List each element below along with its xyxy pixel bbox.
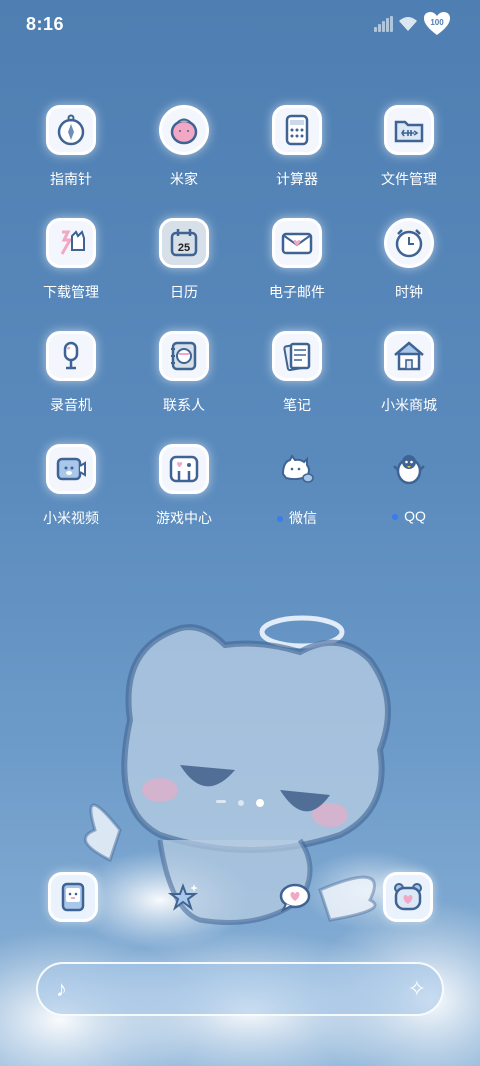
app-label: 电子邮件 xyxy=(269,284,325,300)
microphone-icon xyxy=(46,331,96,381)
contacts-book-icon xyxy=(159,331,209,381)
strawberry-icon xyxy=(159,105,209,155)
video-cat-icon xyxy=(46,444,96,494)
app-label: 计算器 xyxy=(276,171,318,187)
dock-bear[interactable] xyxy=(383,872,433,922)
music-note-icon[interactable]: ♪ xyxy=(56,976,67,1002)
app-game-center[interactable]: 游戏中心 xyxy=(134,444,234,528)
app-label: QQ xyxy=(359,508,459,524)
app-download-manager[interactable]: 下载管理 xyxy=(21,218,121,302)
app-file-manager[interactable]: 文件管理 xyxy=(359,105,459,189)
dock xyxy=(0,868,480,928)
app-label: 下载管理 xyxy=(43,284,99,300)
app-label: 小米商城 xyxy=(381,397,437,413)
dock-chat[interactable] xyxy=(270,872,320,922)
page-dot-2 xyxy=(238,800,244,806)
alarm-clock-icon xyxy=(384,218,434,268)
house-icon xyxy=(384,331,434,381)
page-dot-1 xyxy=(216,800,226,803)
status-time: 8:16 xyxy=(26,14,65,34)
app-label: 录音机 xyxy=(50,397,92,413)
app-mi-store[interactable]: 小米商城 xyxy=(359,331,459,415)
penguin-icon xyxy=(384,444,434,494)
app-calendar[interactable]: 25 日历 xyxy=(134,218,234,302)
battery-level: 100 xyxy=(430,18,444,27)
notification-dot xyxy=(392,514,399,521)
app-label-text: 微信 xyxy=(289,510,317,526)
notes-icon xyxy=(272,331,322,381)
game-heart-icon xyxy=(159,444,209,494)
signal-icon xyxy=(374,16,394,32)
app-mijia[interactable]: 米家 xyxy=(134,105,234,189)
battery-icon: 100 xyxy=(424,12,450,36)
app-email[interactable]: 电子邮件 xyxy=(247,218,347,302)
app-label: 文件管理 xyxy=(381,171,437,187)
status-bar: 8:16 100 xyxy=(0,0,480,50)
app-label: 米家 xyxy=(170,171,198,187)
page-dot-3-current xyxy=(256,799,264,807)
download-cat-icon xyxy=(46,218,96,268)
app-notes[interactable]: 笔记 xyxy=(247,331,347,415)
folder-fish-icon xyxy=(384,105,434,155)
calculator-icon xyxy=(272,105,322,155)
page-indicator xyxy=(216,797,266,809)
chat-heart-icon xyxy=(279,883,311,913)
app-compass[interactable]: 指南针 xyxy=(21,105,121,189)
app-label: 时钟 xyxy=(395,284,423,300)
phone-cat-icon xyxy=(61,882,85,912)
app-wechat[interactable]: 微信 xyxy=(247,444,347,528)
app-contacts[interactable]: 联系人 xyxy=(134,331,234,415)
star-sparkle-icon xyxy=(167,883,199,911)
app-label: 笔记 xyxy=(283,397,311,413)
app-calculator[interactable]: 计算器 xyxy=(247,105,347,189)
dock-messages[interactable] xyxy=(158,872,208,922)
notification-dot xyxy=(277,516,283,523)
search-bar[interactable]: ♪ ✧ xyxy=(36,962,444,1016)
app-label: 微信 xyxy=(247,508,347,528)
app-label: 指南针 xyxy=(50,171,92,187)
app-recorder[interactable]: 录音机 xyxy=(21,331,121,415)
app-label: 联系人 xyxy=(163,397,205,413)
wechat-cat-icon xyxy=(272,444,322,494)
app-label: 小米视频 xyxy=(43,510,99,526)
app-clock[interactable]: 时钟 xyxy=(359,218,459,302)
app-mi-video[interactable]: 小米视频 xyxy=(21,444,121,528)
bear-heart-icon xyxy=(394,883,422,911)
calendar-date: 25 xyxy=(178,242,190,254)
dock-phone[interactable] xyxy=(48,872,98,922)
app-label: 日历 xyxy=(170,284,198,300)
app-qq[interactable]: QQ xyxy=(359,444,459,524)
wifi-icon xyxy=(399,17,417,31)
compass-icon xyxy=(46,105,96,155)
sparkle-icon[interactable]: ✧ xyxy=(408,976,426,1002)
calendar-icon: 25 xyxy=(159,218,209,268)
app-label-text: QQ xyxy=(404,508,426,524)
app-label: 游戏中心 xyxy=(156,510,212,526)
envelope-heart-icon xyxy=(272,218,322,268)
